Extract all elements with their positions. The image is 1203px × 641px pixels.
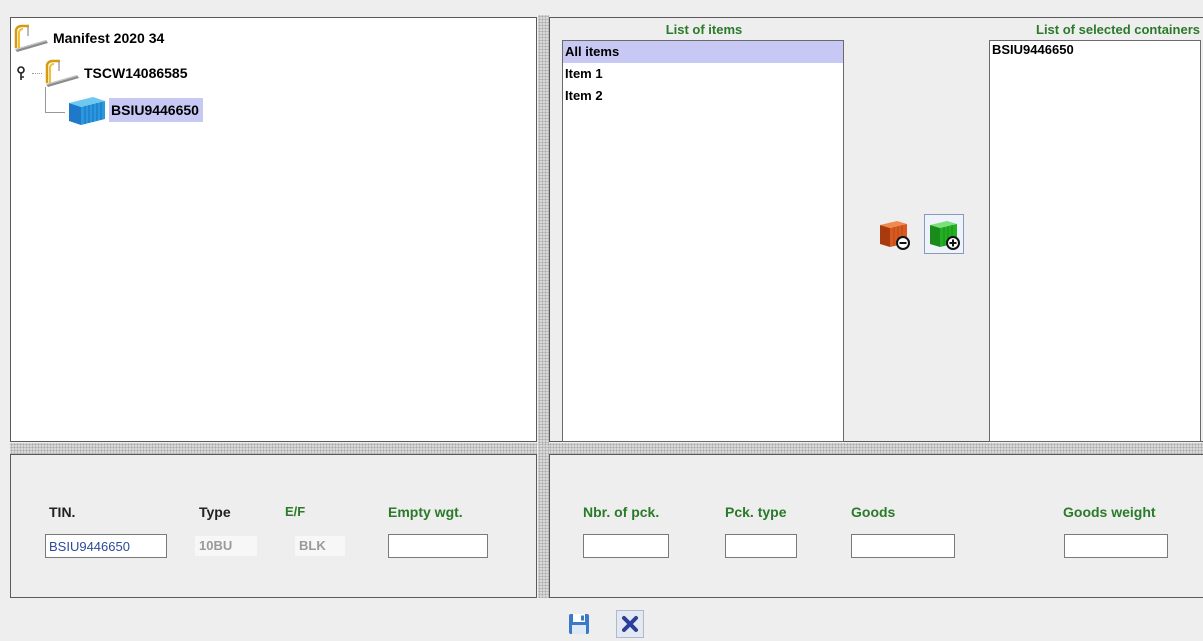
- tree-node-label: BSIU9446650: [109, 98, 203, 122]
- items-list[interactable]: All items Item 1 Item 2: [562, 40, 844, 442]
- container-details-panel: TIN. Type 10BU E/F BLK Empty wgt.: [10, 454, 537, 598]
- list-item[interactable]: All items: [563, 41, 843, 63]
- crane-ship-icon: [44, 59, 80, 87]
- crane-ship-icon: [13, 24, 49, 52]
- list-item[interactable]: Item 1: [563, 63, 843, 85]
- left-horizontal-splitter[interactable]: [10, 443, 537, 454]
- tree-node-container[interactable]: BSIU9446650: [67, 92, 203, 128]
- save-icon: [567, 612, 591, 636]
- save-button[interactable]: [565, 610, 593, 638]
- remove-container-button[interactable]: [876, 216, 912, 252]
- goods-weight-field[interactable]: [1064, 534, 1168, 558]
- tin-label: TIN.: [49, 504, 76, 520]
- containers-list-title: List of selected containers: [1036, 22, 1200, 37]
- right-horizontal-splitter[interactable]: [549, 443, 1203, 454]
- tree-node-manifest[interactable]: Manifest 2020 34: [13, 23, 164, 53]
- ef-label: E/F: [285, 504, 306, 519]
- nbr-pck-field[interactable]: [583, 534, 669, 558]
- tin-field[interactable]: [45, 534, 167, 558]
- list-item[interactable]: Item 2: [563, 85, 843, 107]
- selected-containers-list[interactable]: BSIU9446650: [989, 40, 1201, 442]
- ef-value: BLK: [295, 536, 345, 556]
- tree-node-voyage[interactable]: TSCW14086585: [16, 58, 188, 88]
- goods-weight-label: Goods weight: [1063, 504, 1156, 520]
- container-remove-icon: [877, 217, 911, 251]
- nbr-pck-label: Nbr. of pck.: [583, 504, 660, 520]
- item-details-panel: Nbr. of pck. Pck. type Goods Goods weigh…: [549, 454, 1203, 598]
- tree-node-label: Manifest 2020 34: [53, 30, 165, 46]
- tree-connector: [45, 87, 65, 113]
- key-icon[interactable]: [16, 65, 30, 81]
- goods-field[interactable]: [851, 534, 955, 558]
- manifest-tree-panel: Manifest 2020 34 TSCW14086585 BSIU944665…: [10, 17, 537, 442]
- container-add-icon: [927, 217, 961, 251]
- vertical-splitter-bottom[interactable]: [538, 443, 549, 598]
- empty-weight-label: Empty wgt.: [388, 504, 463, 520]
- pck-type-label: Pck. type: [725, 504, 787, 520]
- type-value: 10BU: [195, 536, 257, 556]
- goods-label: Goods: [851, 504, 896, 520]
- vertical-splitter[interactable]: [538, 15, 549, 445]
- close-button[interactable]: [616, 610, 644, 638]
- empty-weight-field[interactable]: [388, 534, 488, 558]
- list-item[interactable]: BSIU9446650: [990, 41, 1200, 59]
- close-icon: [620, 614, 640, 634]
- add-container-button[interactable]: [924, 214, 964, 254]
- items-panel: List of items All items Item 1 Item 2 Li…: [549, 17, 1203, 442]
- tree-node-label: TSCW14086585: [84, 65, 188, 81]
- container-blue-icon: [67, 93, 107, 127]
- items-list-title: List of items: [665, 22, 743, 37]
- type-label: Type: [199, 504, 231, 520]
- pck-type-field[interactable]: [725, 534, 797, 558]
